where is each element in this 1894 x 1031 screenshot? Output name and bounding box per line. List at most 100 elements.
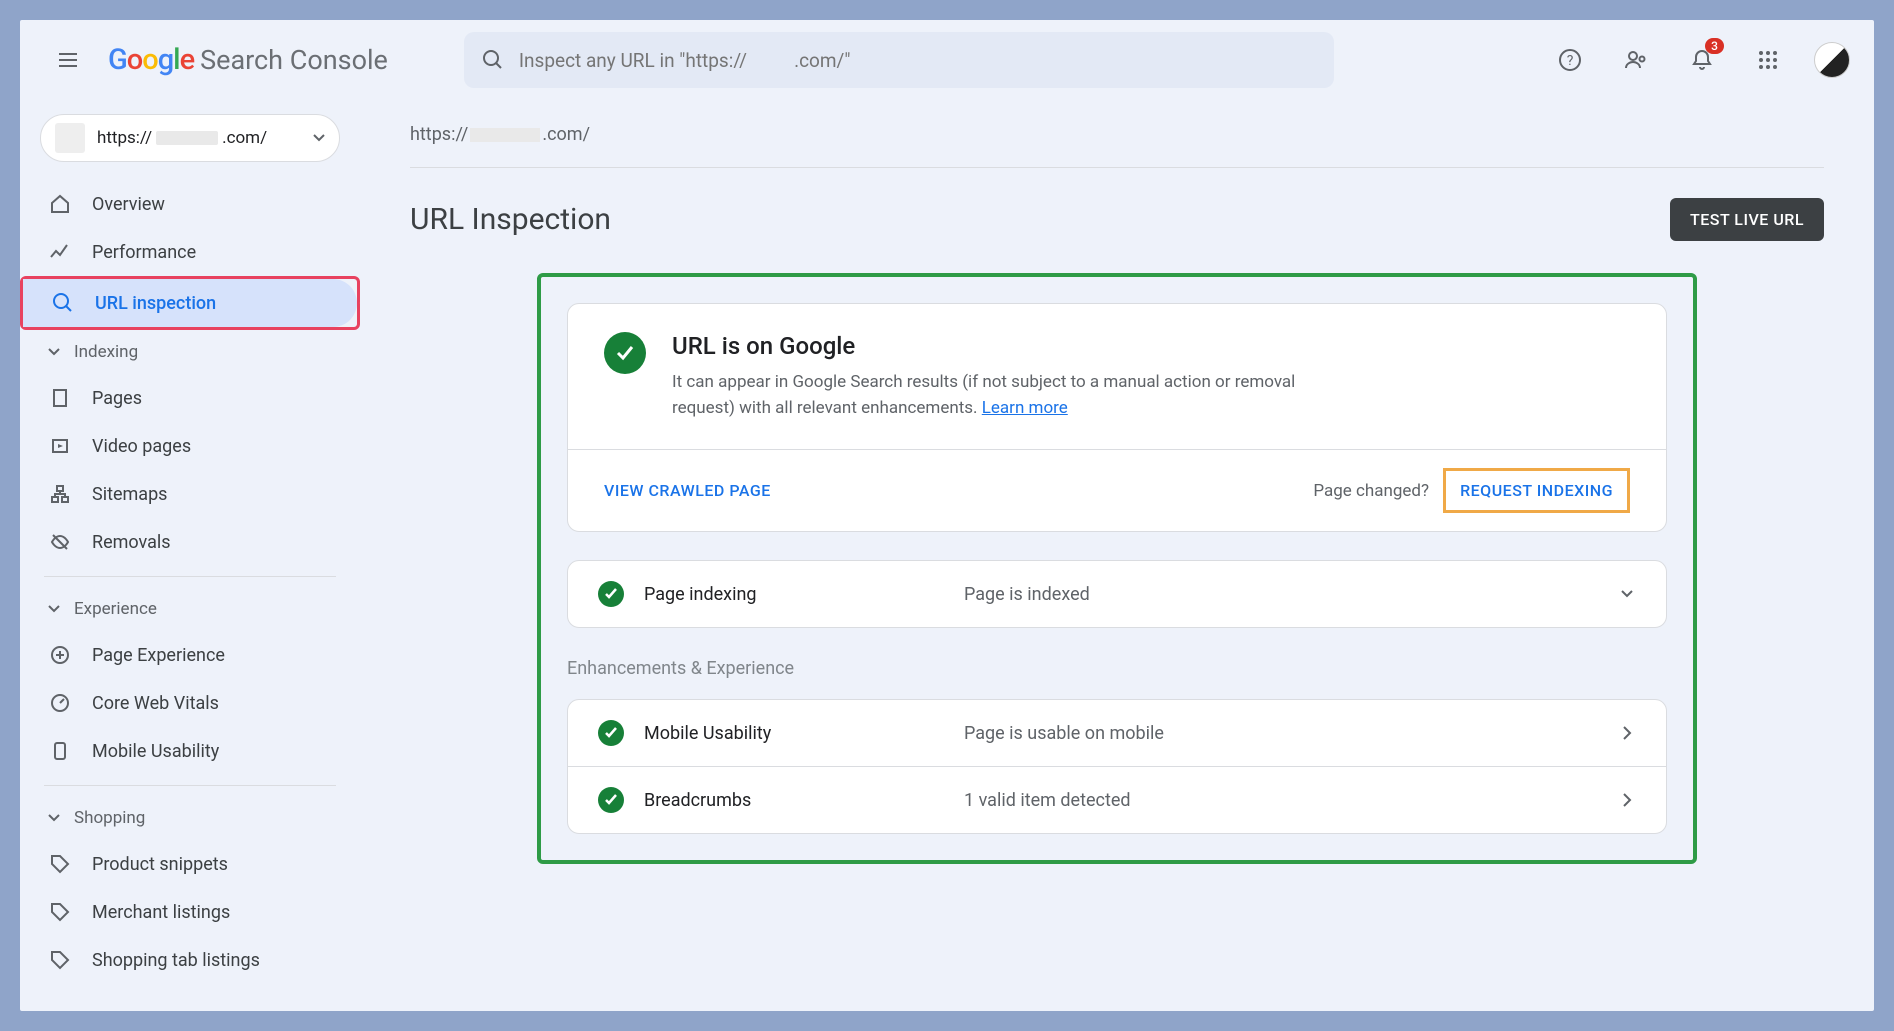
sidebar-item-label: Pages: [92, 388, 142, 409]
chevron-right-icon: [1618, 724, 1636, 742]
sidebar-item-core-web-vitals[interactable]: Core Web Vitals: [20, 679, 338, 727]
sidebar-section-indexing[interactable]: Indexing: [20, 330, 360, 374]
sidebar-item-url-inspection[interactable]: URL inspection: [23, 279, 357, 327]
row-value: Page is indexed: [964, 584, 1598, 605]
sidebar: https://.com/ Overview Performance URL i…: [20, 100, 360, 1011]
tag-icon: [48, 900, 72, 924]
sidebar-item-product-snippets[interactable]: Product snippets: [20, 840, 338, 888]
chevron-down-icon: [1618, 585, 1636, 603]
annotation-arrow: [359, 285, 360, 321]
section-label: Indexing: [74, 342, 138, 362]
sidebar-item-pages[interactable]: Pages: [20, 374, 338, 422]
chevron-down-icon: [313, 132, 325, 144]
sidebar-item-label: Sitemaps: [92, 484, 167, 505]
page-changed-label: Page changed?: [1313, 481, 1429, 501]
property-url: https://.com/: [97, 128, 267, 148]
row-label: Breadcrumbs: [644, 790, 944, 811]
check-icon: [598, 787, 624, 813]
property-favicon: [55, 123, 85, 153]
annotation-frame: URL is on Google It can appear in Google…: [537, 273, 1697, 864]
circle-plus-icon: [48, 643, 72, 667]
chevron-down-icon: [48, 346, 60, 358]
sidebar-item-label: Mobile Usability: [92, 741, 219, 762]
apps-button[interactable]: [1748, 40, 1788, 80]
chevron-right-icon: [1618, 791, 1636, 809]
learn-more-link[interactable]: Learn more: [982, 398, 1068, 418]
tag-icon: [48, 948, 72, 972]
mobile-icon: [48, 739, 72, 763]
breadcrumbs-row[interactable]: Breadcrumbs 1 valid item detected: [568, 766, 1666, 833]
logo: Google Search Console: [108, 43, 388, 77]
chart-icon: [48, 240, 72, 264]
sidebar-item-overview[interactable]: Overview: [20, 180, 338, 228]
menu-icon: [56, 48, 80, 72]
row-label: Mobile Usability: [644, 723, 944, 744]
topbar: Google Search Console ? 3: [20, 20, 1874, 100]
sidebar-item-mobile-usability[interactable]: Mobile Usability: [20, 727, 338, 775]
sidebar-item-page-experience[interactable]: Page Experience: [20, 631, 338, 679]
row-value: Page is usable on mobile: [964, 723, 1598, 744]
view-crawled-page-button[interactable]: VIEW CRAWLED PAGE: [604, 481, 771, 500]
page-indexing-row[interactable]: Page indexing Page is indexed: [567, 560, 1667, 628]
users-button[interactable]: [1616, 40, 1656, 80]
enhancements-section-label: Enhancements & Experience: [567, 658, 1667, 679]
sidebar-section-experience[interactable]: Experience: [20, 587, 360, 631]
sidebar-item-merchant-listings[interactable]: Merchant listings: [20, 888, 338, 936]
eye-off-icon: [48, 530, 72, 554]
sidebar-item-label: Video pages: [92, 436, 191, 457]
row-value: 1 valid item detected: [964, 790, 1598, 811]
sidebar-item-shopping-tab-listings[interactable]: Shopping tab listings: [20, 936, 338, 984]
svg-text:?: ?: [1567, 53, 1574, 69]
help-icon: ?: [1558, 48, 1582, 72]
property-selector[interactable]: https://.com/: [40, 114, 340, 162]
summary-title: URL is on Google: [672, 332, 1352, 360]
sidebar-item-sitemaps[interactable]: Sitemaps: [20, 470, 338, 518]
notifications-button[interactable]: 3: [1682, 40, 1722, 80]
search-icon: [51, 291, 75, 315]
chevron-down-icon: [48, 603, 60, 615]
divider: [44, 785, 336, 786]
breadcrumb: https://.com/: [410, 124, 1824, 145]
sidebar-item-label: Performance: [92, 242, 196, 263]
summary-description: It can appear in Google Search results (…: [672, 370, 1352, 421]
test-live-url-button[interactable]: TEST LIVE URL: [1670, 198, 1824, 241]
google-logo: Google: [108, 43, 194, 77]
gauge-icon: [48, 691, 72, 715]
check-icon: [598, 720, 624, 746]
home-icon: [48, 192, 72, 216]
sidebar-item-label: Merchant listings: [92, 902, 230, 923]
summary-card: URL is on Google It can appear in Google…: [567, 303, 1667, 532]
request-indexing-button[interactable]: REQUEST INDEXING: [1443, 468, 1630, 513]
sidebar-section-shopping[interactable]: Shopping: [20, 796, 360, 840]
menu-button[interactable]: [44, 36, 92, 84]
page-icon: [48, 386, 72, 410]
sitemap-icon: [48, 482, 72, 506]
product-name: Search Console: [200, 44, 388, 76]
sidebar-item-label: URL inspection: [95, 293, 216, 314]
url-inspect-input[interactable]: [519, 49, 1316, 72]
sidebar-item-performance[interactable]: Performance: [20, 228, 338, 276]
sidebar-item-removals[interactable]: Removals: [20, 518, 338, 566]
notification-badge: 3: [1705, 38, 1724, 54]
main-content: https://.com/ URL Inspection TEST LIVE U…: [360, 100, 1874, 1011]
search-bar[interactable]: [464, 32, 1334, 88]
sidebar-item-label: Core Web Vitals: [92, 693, 219, 714]
sidebar-item-label: Shopping tab listings: [92, 950, 260, 971]
sidebar-item-label: Removals: [92, 532, 171, 553]
video-icon: [48, 434, 72, 458]
section-label: Experience: [74, 599, 157, 619]
help-button[interactable]: ?: [1550, 40, 1590, 80]
tag-icon: [48, 852, 72, 876]
mobile-usability-row[interactable]: Mobile Usability Page is usable on mobil…: [568, 700, 1666, 766]
row-label: Page indexing: [644, 584, 944, 605]
search-icon: [482, 49, 503, 71]
section-label: Shopping: [74, 808, 145, 828]
sidebar-item-label: Product snippets: [92, 854, 228, 875]
avatar[interactable]: [1814, 42, 1850, 78]
divider: [44, 576, 336, 577]
annotation-highlight: URL inspection: [20, 276, 360, 330]
sidebar-item-video-pages[interactable]: Video pages: [20, 422, 338, 470]
apps-icon: [1757, 49, 1779, 71]
sidebar-item-label: Overview: [92, 194, 165, 215]
users-icon: [1624, 48, 1648, 72]
